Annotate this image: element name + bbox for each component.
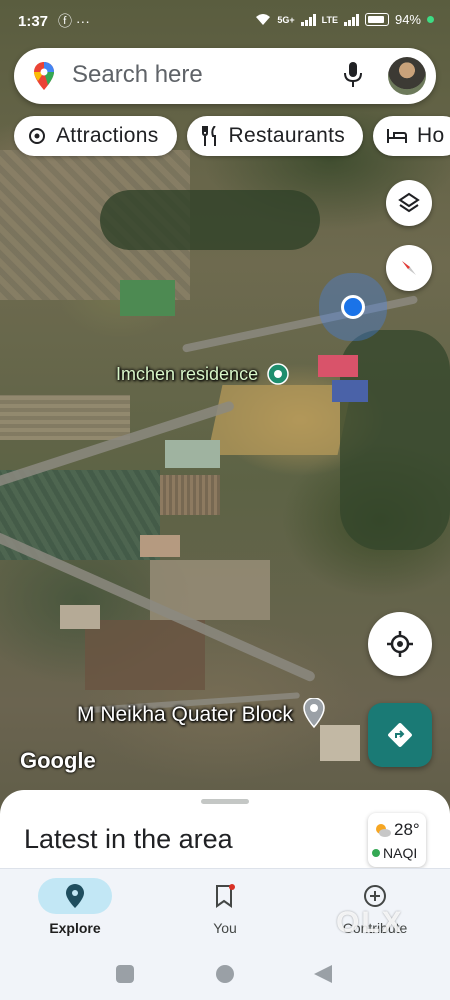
hotel-icon xyxy=(387,129,408,143)
nav-label: You xyxy=(213,920,237,936)
network-type-1: 5G+ xyxy=(277,14,295,25)
building xyxy=(318,355,358,377)
notification-icons: ⓕ ··· xyxy=(58,13,90,29)
olx-watermark: OLX xyxy=(336,906,404,939)
status-right: 5G+ LTE 94% xyxy=(255,12,434,27)
place-marker-icon xyxy=(267,363,289,385)
place-label-neikha[interactable]: M Neikha Quater Block xyxy=(77,697,325,729)
privacy-dot-icon xyxy=(427,16,434,23)
sheet-title: Latest in the area xyxy=(24,824,233,854)
building xyxy=(332,380,368,402)
my-location-dot xyxy=(341,295,365,319)
aqi-label: NAQI xyxy=(383,845,418,861)
chip-hotels[interactable]: Ho xyxy=(373,116,450,156)
aqi-status-dot xyxy=(372,849,380,857)
status-bar: 1:37 ⓕ ··· 5G+ LTE 94% xyxy=(0,0,450,44)
battery-icon xyxy=(364,13,389,26)
search-input[interactable]: Search here xyxy=(72,61,203,89)
building xyxy=(165,440,220,468)
category-chips: Attractions Restaurants Ho xyxy=(14,116,450,158)
mic-icon[interactable] xyxy=(344,62,362,88)
field-patch xyxy=(160,475,220,515)
directions-icon xyxy=(388,723,412,747)
attractions-icon xyxy=(29,128,45,144)
place-name: Imchen residence xyxy=(116,364,259,384)
field-patch xyxy=(0,395,130,440)
directions-button[interactable] xyxy=(368,703,432,767)
google-logo: Google xyxy=(20,748,96,773)
avatar[interactable] xyxy=(388,57,426,95)
bookmark-icon xyxy=(216,884,235,908)
chip-restaurants[interactable]: Restaurants xyxy=(186,116,364,156)
restaurant-icon xyxy=(201,126,216,146)
field-patch xyxy=(85,620,205,690)
wifi-icon xyxy=(256,14,271,25)
sheet-drag-handle[interactable] xyxy=(201,799,249,804)
weather-temperature: 28° xyxy=(394,820,420,839)
layers-button[interactable] xyxy=(386,180,432,226)
recents-button[interactable] xyxy=(116,965,134,983)
chip-attractions[interactable]: Attractions xyxy=(14,116,177,156)
system-navigation-bar xyxy=(0,948,450,1000)
add-circle-icon xyxy=(364,885,386,907)
aqi-indicator: NAQI xyxy=(372,845,417,861)
place-label-imchen[interactable]: Imchen residence xyxy=(116,363,289,385)
green-field xyxy=(120,280,175,316)
place-name: M Neikha Quater Block xyxy=(77,703,293,726)
weather-chip[interactable]: 28° NAQI xyxy=(368,813,426,867)
home-button[interactable] xyxy=(216,965,234,983)
weather-partly-sunny-icon xyxy=(376,824,391,837)
building xyxy=(320,725,360,761)
nav-you[interactable]: You xyxy=(150,869,300,949)
compass-icon xyxy=(402,261,416,275)
signal-icon-2 xyxy=(343,13,359,26)
yard-patch xyxy=(207,385,353,455)
chip-label: Restaurants xyxy=(228,124,346,147)
location-pin-icon xyxy=(303,697,325,729)
back-button[interactable] xyxy=(314,965,332,983)
nav-label: Explore xyxy=(49,920,101,936)
signal-icon xyxy=(300,13,316,26)
compass-button[interactable] xyxy=(386,245,432,291)
chip-label: Ho xyxy=(417,124,445,147)
explore-pin-icon xyxy=(66,884,84,908)
search-bar[interactable]: Search here xyxy=(14,48,436,104)
building xyxy=(140,535,180,557)
building xyxy=(60,605,100,629)
nav-explore[interactable]: Explore xyxy=(0,869,150,949)
network-type-2: LTE xyxy=(321,14,338,25)
my-location-button[interactable] xyxy=(368,612,432,676)
status-time: 1:37 xyxy=(18,13,49,30)
crosshair-icon xyxy=(387,631,413,657)
layers-icon xyxy=(398,192,420,213)
chip-label: Attractions xyxy=(56,124,159,147)
forest-patch xyxy=(100,190,320,250)
battery-level: 94% xyxy=(394,12,421,27)
maps-pin-icon xyxy=(34,62,54,90)
